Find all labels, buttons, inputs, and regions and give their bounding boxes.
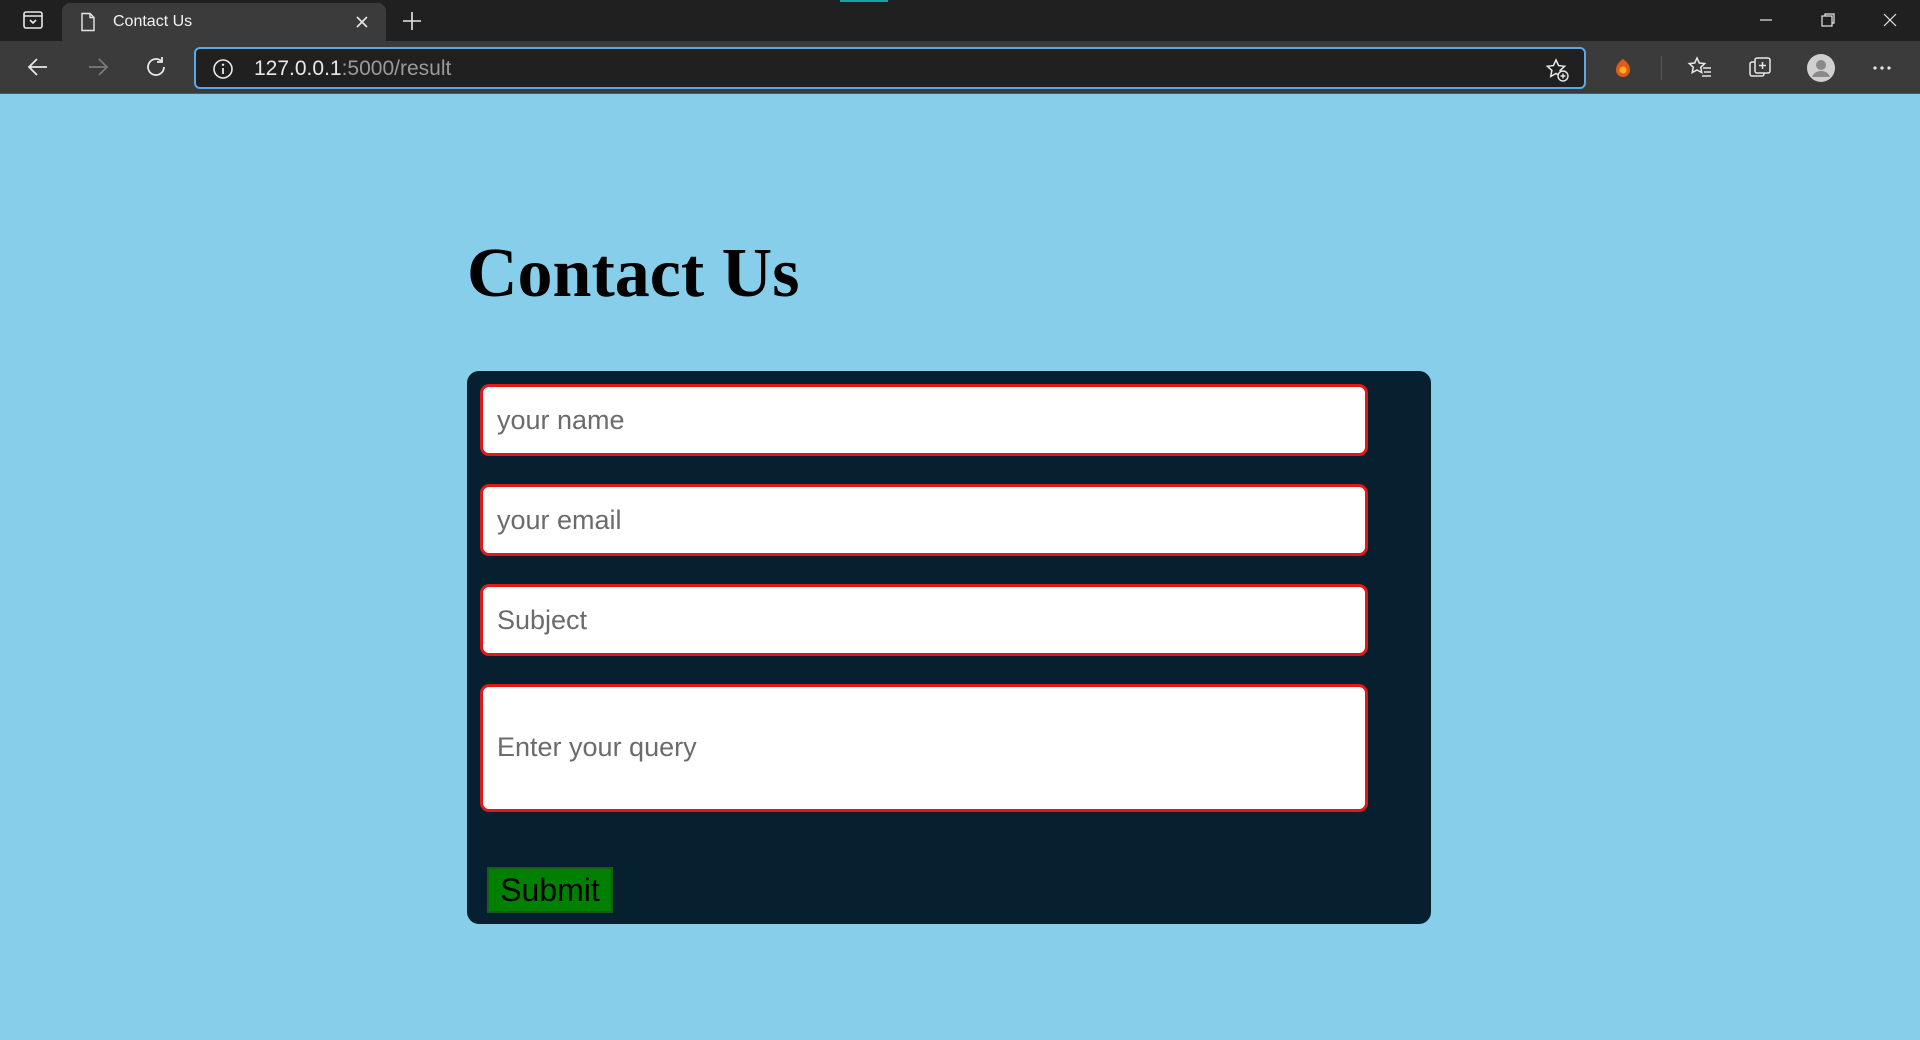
url-text: 127.0.0.1:5000/result: [254, 57, 451, 81]
favorites-button[interactable]: [1685, 53, 1715, 83]
more-icon: [1873, 66, 1891, 70]
refresh-button[interactable]: [142, 53, 170, 81]
extension-icon: [1616, 59, 1630, 77]
plus-icon[interactable]: [398, 7, 426, 35]
forward-button[interactable]: [84, 53, 112, 81]
close-icon[interactable]: [352, 12, 372, 32]
extension-button[interactable]: [1608, 53, 1638, 83]
collections-icon: [1749, 57, 1771, 77]
add-favorite-icon[interactable]: [1544, 57, 1570, 83]
minimize-button[interactable]: [1738, 0, 1794, 40]
close-window-button[interactable]: [1862, 0, 1918, 40]
contact-form: Submit: [467, 371, 1431, 924]
name-input[interactable]: [480, 384, 1368, 456]
query-textarea[interactable]: [480, 684, 1368, 812]
back-arrow-icon: [27, 58, 47, 76]
url-host: 127.0.0.1: [254, 57, 342, 80]
profile-button[interactable]: [1806, 53, 1836, 83]
more-button[interactable]: [1867, 53, 1897, 83]
url-path: :5000/result: [341, 57, 452, 80]
minimize-icon: [1760, 19, 1772, 21]
close-window-icon: [1883, 13, 1897, 27]
tab-title: Contact Us: [113, 13, 193, 30]
back-button[interactable]: [24, 53, 52, 81]
page-icon: [81, 12, 95, 32]
toolbar-separator: [1661, 56, 1662, 80]
collections-button[interactable]: [1745, 53, 1775, 83]
tab-accent: [840, 0, 888, 2]
info-icon[interactable]: [212, 58, 234, 80]
favorites-icon: [1687, 56, 1711, 77]
browser-tab[interactable]: Contact Us: [62, 3, 386, 41]
submit-button[interactable]: Submit: [487, 867, 613, 913]
browser-toolbar: 127.0.0.1:5000/result: [0, 41, 1920, 94]
tab-actions-button[interactable]: [10, 6, 56, 34]
restore-icon: [1821, 13, 1835, 27]
profile-avatar-icon: [1807, 54, 1835, 82]
restore-button[interactable]: [1800, 0, 1856, 40]
page-title: Contact Us: [467, 235, 800, 312]
refresh-icon: [147, 57, 165, 76]
subject-input[interactable]: [480, 584, 1368, 656]
forward-arrow-icon: [89, 58, 109, 76]
browser-title-bar: Contact Us: [0, 0, 1920, 41]
email-input[interactable]: [480, 484, 1368, 556]
tab-actions-icon: [23, 11, 43, 29]
address-bar[interactable]: 127.0.0.1:5000/result: [194, 47, 1586, 89]
